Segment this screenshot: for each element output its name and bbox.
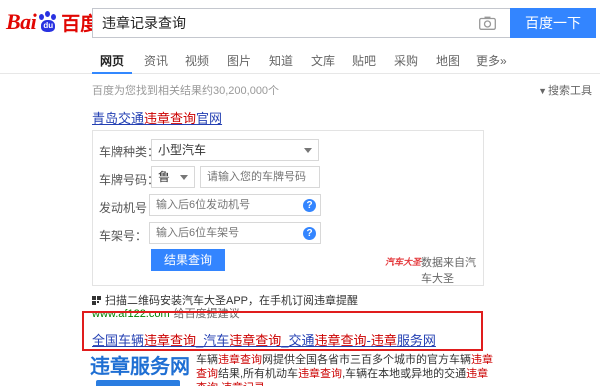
frame-number-input[interactable]: [149, 222, 321, 244]
qr-code-icon: [92, 295, 101, 305]
result-title-part: _汽车: [196, 333, 230, 348]
snippet-part: ,车辆在本地或异地的交通: [342, 368, 467, 380]
tab-more[interactable]: 更多»: [476, 52, 507, 74]
query-button[interactable]: 结果查询: [151, 249, 225, 271]
engine-number-input[interactable]: [149, 194, 321, 216]
plate-prefix-select[interactable]: 鲁: [151, 166, 195, 188]
search-tools[interactable]: ▼搜索工具: [538, 82, 592, 98]
snippet-part: 车辆: [196, 354, 218, 366]
result-title-part: 违章查询: [229, 333, 282, 348]
header: Bai du 百度 百度一下: [0, 0, 600, 46]
result-title-qingdao[interactable]: 青岛交通违章查询官网: [92, 108, 222, 127]
tab-images[interactable]: 图片: [227, 52, 251, 74]
tab-caigou[interactable]: 采购: [394, 52, 418, 74]
result-snippet: 车辆违章查询网提供全国各省市三百多个城市的官方车辆违章查询结果,所有机动车违章查…: [196, 353, 496, 386]
data-source-text: 数据来自汽车大圣: [421, 257, 476, 285]
plate-number-label: 车牌号码：: [99, 173, 160, 187]
search-input[interactable]: [93, 9, 473, 37]
thumbnail-bar: [96, 380, 180, 386]
result-thumbnail[interactable]: 违章服务网: [90, 355, 190, 386]
frame-number-label: 车架号：: [99, 229, 148, 243]
thumbnail-text: 违章服务网: [90, 356, 190, 378]
tab-tieba[interactable]: 贴吧: [352, 52, 376, 74]
tab-web[interactable]: 网页: [92, 52, 133, 74]
snippet-part: 违章查询: [218, 354, 262, 366]
result-count: 百度为您找到相关结果约30,200,000个: [92, 85, 280, 97]
result-title-part: 全国车辆: [92, 333, 145, 348]
result-title-part: 服务网: [396, 333, 436, 348]
search-button[interactable]: 百度一下: [510, 8, 596, 38]
search-box: [92, 8, 510, 38]
plate-number-input[interactable]: [200, 166, 320, 188]
tab-wenku[interactable]: 文库: [311, 52, 335, 74]
tab-map[interactable]: 地图: [436, 52, 460, 74]
snippet-part: 结果,所有机动车: [218, 368, 299, 380]
funnel-icon: ▼: [538, 86, 547, 96]
help-icon[interactable]: ?: [303, 199, 316, 212]
result-title-part: 违章查询: [314, 333, 367, 348]
chevron-down-icon: [304, 148, 312, 153]
camera-icon[interactable]: [479, 16, 496, 30]
nav-tabs: 网页 资讯 视频 图片 知道 文库 贴吧 采购 地图 更多»: [0, 46, 600, 74]
plate-type-label: 车牌种类：: [99, 145, 160, 159]
tab-zhidao[interactable]: 知道: [269, 52, 293, 74]
chevron-down-icon: [180, 175, 188, 180]
baidu-logo[interactable]: Bai du 百度: [6, 8, 99, 36]
result-title-part: 违章查询: [144, 333, 197, 348]
snippet-part: 网提供全国各省市三百多个城市的官方车辆: [262, 354, 471, 366]
tab-news[interactable]: 资讯: [144, 52, 168, 74]
result-title-part: _交通: [281, 333, 315, 348]
snippet-part: 违章查询: [298, 368, 343, 380]
help-icon[interactable]: ?: [303, 227, 316, 240]
snippet-part: 违章记录: [221, 382, 265, 386]
violation-query-form: 车牌种类： 小型汽车 车牌号码： 鲁 发动机号： ? 车架号： ? 结果查询 汽…: [92, 130, 484, 286]
result-title-part: 违章: [370, 333, 397, 348]
plate-type-select[interactable]: 小型汽车: [151, 139, 319, 161]
paw-icon: du: [37, 11, 59, 33]
logo-bai-text: Bai: [6, 9, 37, 34]
search-tools-label: 搜索工具: [548, 85, 592, 97]
result-title-national[interactable]: 全国车辆违章查询_汽车违章查询_交通违章查询-违章服务网: [92, 330, 436, 349]
brand-logo: 汽车大圣: [385, 257, 422, 267]
tab-video[interactable]: 视频: [185, 52, 209, 74]
logo-du-text: du: [43, 21, 54, 30]
